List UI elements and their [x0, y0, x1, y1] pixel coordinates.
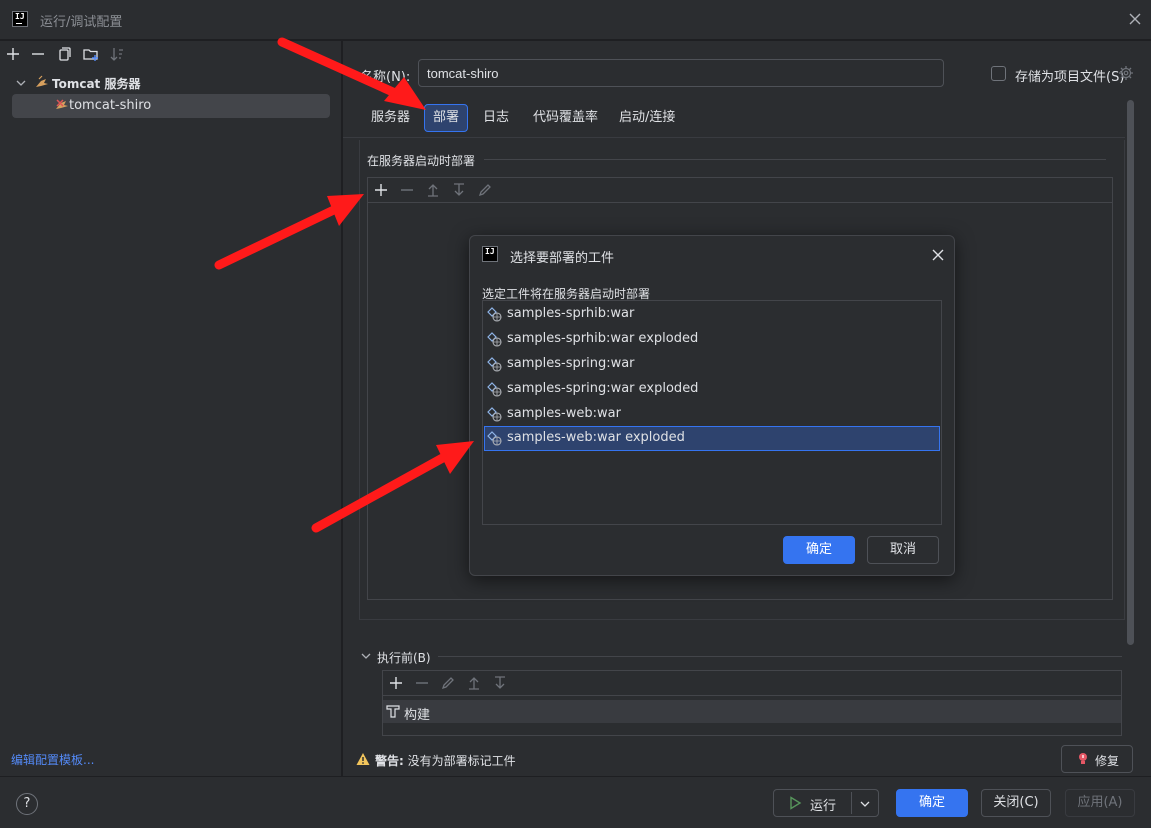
edit-templates-link[interactable]: 编辑配置模板...	[11, 751, 94, 768]
tree-item-tomcat-shiro[interactable]: tomcat-shiro	[12, 94, 330, 118]
name-label: 名称(N):	[360, 70, 411, 85]
ok-button[interactable]: 确定	[896, 789, 968, 817]
window-title: 运行/调试配置	[40, 15, 123, 30]
store-as-project-file-label: 存储为项目文件(S)	[1015, 70, 1125, 85]
tabs-divider	[343, 137, 1125, 138]
gear-icon[interactable]	[1118, 65, 1134, 81]
remove-icon[interactable]	[399, 182, 415, 198]
tab-deployment[interactable]: 部署	[424, 104, 469, 132]
dialog-ok-button[interactable]: 确定	[783, 536, 855, 564]
add-icon[interactable]	[373, 182, 389, 198]
list-item[interactable]: samples-web:war	[484, 402, 940, 426]
title-bar	[0, 0, 1151, 40]
tomcat-icon	[36, 75, 48, 87]
list-item[interactable]: samples-spring:war exploded	[484, 377, 940, 401]
new-folder-icon[interactable]	[82, 45, 100, 63]
play-icon	[790, 796, 802, 810]
move-down-icon[interactable]	[492, 675, 508, 691]
before-launch-toolbar	[383, 671, 1121, 696]
tab-code-coverage[interactable]: 代码覆盖率	[525, 104, 606, 132]
deploy-section-title: 在服务器启动时部署	[367, 154, 476, 168]
artifact-label: samples-spring:war exploded	[507, 381, 699, 396]
app-logo-icon: IJ	[12, 11, 28, 27]
section-divider	[438, 656, 1122, 657]
store-as-project-file-checkbox[interactable]	[991, 66, 1006, 81]
artifact-label: samples-spring:war	[507, 356, 635, 371]
fix-button-label: 修复	[1095, 754, 1120, 768]
close-button[interactable]: 关闭(C)	[981, 789, 1051, 817]
close-icon[interactable]	[930, 247, 946, 263]
tab-startup-connection[interactable]: 启动/连接	[611, 104, 683, 132]
name-input[interactable]	[418, 59, 944, 87]
artifact-label: samples-web:war	[507, 406, 621, 421]
apply-button[interactable]: 应用(A)	[1065, 789, 1135, 817]
tree-group-label: Tomcat 服务器	[52, 77, 141, 91]
remove-icon[interactable]	[29, 45, 47, 63]
remove-icon[interactable]	[414, 675, 430, 691]
copy-icon[interactable]	[55, 45, 73, 63]
move-up-icon[interactable]	[466, 675, 482, 691]
before-launch-title[interactable]: 执行前(B)	[377, 649, 431, 666]
tree-group-tomcat[interactable]: Tomcat 服务器	[12, 72, 332, 94]
split-divider	[851, 792, 852, 814]
dialog-title: 选择要部署的工件	[510, 251, 615, 266]
build-label: 构建	[404, 708, 431, 723]
list-item[interactable]	[383, 700, 1121, 723]
run-button-label: 运行	[810, 799, 837, 814]
tree-item-label: tomcat-shiro	[69, 98, 152, 113]
web-artifact-icon	[487, 382, 502, 397]
tomcat-run-config-icon	[56, 99, 68, 109]
artifact-label: samples-sprhib:war	[507, 306, 635, 321]
artifact-label: samples-web:war exploded	[507, 430, 685, 445]
help-button[interactable]: ?	[16, 793, 38, 815]
chevron-down-icon[interactable]	[16, 78, 26, 88]
deployment-toolbar	[368, 178, 1112, 203]
dialog-button-bar	[0, 776, 1151, 828]
list-item[interactable]: samples-spring:war	[484, 352, 940, 376]
move-up-icon[interactable]	[425, 182, 441, 198]
build-icon	[386, 705, 400, 718]
add-icon[interactable]	[4, 45, 22, 63]
tab-logs[interactable]: 日志	[475, 104, 517, 132]
app-logo-icon: IJ	[482, 246, 498, 262]
web-artifact-icon	[487, 357, 502, 372]
chevron-down-icon[interactable]	[360, 650, 372, 662]
tab-server[interactable]: 服务器	[363, 104, 418, 132]
web-artifact-icon	[487, 431, 502, 446]
web-artifact-icon	[487, 407, 502, 422]
run-button[interactable]: 运行	[773, 789, 879, 817]
warning-prefix: 警告:	[375, 754, 404, 768]
chevron-down-icon[interactable]	[859, 798, 871, 810]
bulb-error-icon	[1079, 753, 1087, 764]
edit-icon[interactable]	[477, 182, 493, 198]
web-artifact-icon	[487, 307, 502, 322]
web-artifact-icon	[487, 332, 502, 347]
vertical-scrollbar[interactable]	[1127, 100, 1134, 645]
add-icon[interactable]	[388, 675, 404, 691]
list-item[interactable]: samples-sprhib:war exploded	[484, 327, 940, 351]
configuration-tree-panel	[0, 41, 342, 776]
list-item[interactable]: samples-sprhib:war	[484, 302, 940, 326]
warning-icon	[356, 753, 370, 765]
dialog-cancel-button[interactable]: 取消	[867, 536, 939, 564]
list-item-selected[interactable]: samples-web:war exploded	[484, 426, 940, 451]
move-down-icon[interactable]	[451, 182, 467, 198]
close-icon[interactable]	[1127, 11, 1143, 27]
warning-text: 没有为部署标记工件	[407, 754, 516, 768]
section-divider	[484, 159, 1106, 160]
warning-message: 警告: 没有为部署标记工件	[375, 752, 516, 769]
edit-icon[interactable]	[440, 675, 456, 691]
sort-icon[interactable]	[108, 45, 126, 63]
artifact-label: samples-sprhib:war exploded	[507, 331, 699, 346]
